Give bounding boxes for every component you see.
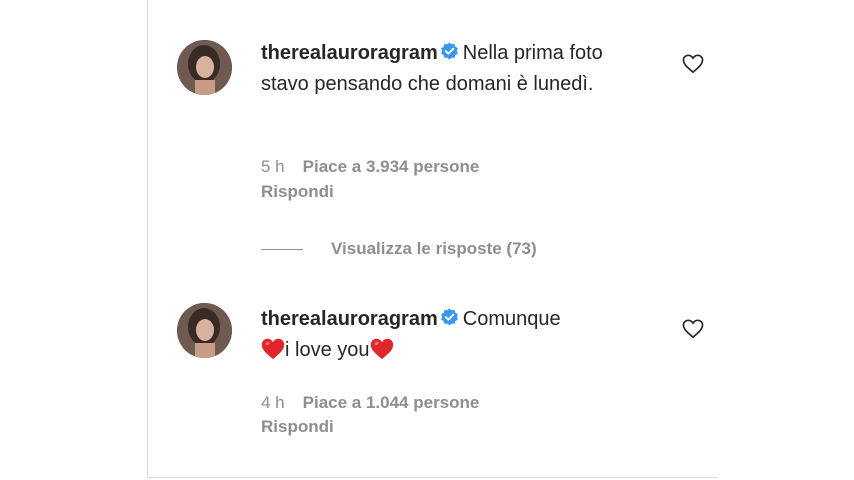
- likes-count[interactable]: Piace a 1.044 persone: [303, 393, 480, 412]
- reply-button[interactable]: Rispondi: [261, 416, 334, 438]
- comment-text-2: therealauroragram Comunque i love you: [261, 304, 656, 366]
- view-replies-label: Visualizza le risposte (73): [331, 239, 537, 258]
- verified-badge-icon: [440, 42, 458, 60]
- username[interactable]: therealauroragram: [261, 42, 438, 64]
- likes-count[interactable]: Piace a 3.934 persone: [303, 157, 480, 176]
- comment-body-middle: i love you: [285, 339, 370, 361]
- timestamp: 4 h: [261, 393, 285, 412]
- heart-outline-icon[interactable]: [682, 319, 704, 339]
- comment-meta: 5 h Piace a 3.934 persone: [261, 156, 479, 178]
- avatar[interactable]: [177, 40, 232, 95]
- red-heart-emoji-icon: [370, 338, 393, 359]
- reply-button[interactable]: Rispondi: [261, 181, 334, 203]
- red-heart-emoji-icon: [261, 338, 285, 359]
- timestamp: 5 h: [261, 157, 285, 176]
- view-replies-button[interactable]: Visualizza le risposte (73): [261, 237, 537, 261]
- username[interactable]: therealauroragram: [261, 308, 438, 330]
- comment-text-1: therealauroragram Nella prima foto stavo …: [261, 38, 656, 100]
- comment-meta: 4 h Piace a 1.044 persone: [261, 392, 479, 414]
- comments-panel: therealauroragram Nella prima foto stavo …: [147, 0, 718, 478]
- comment-body-start: Comunque: [462, 308, 561, 330]
- divider-line: [261, 249, 303, 251]
- verified-badge-icon: [440, 308, 458, 326]
- avatar[interactable]: [177, 303, 232, 358]
- heart-outline-icon[interactable]: [682, 54, 704, 74]
